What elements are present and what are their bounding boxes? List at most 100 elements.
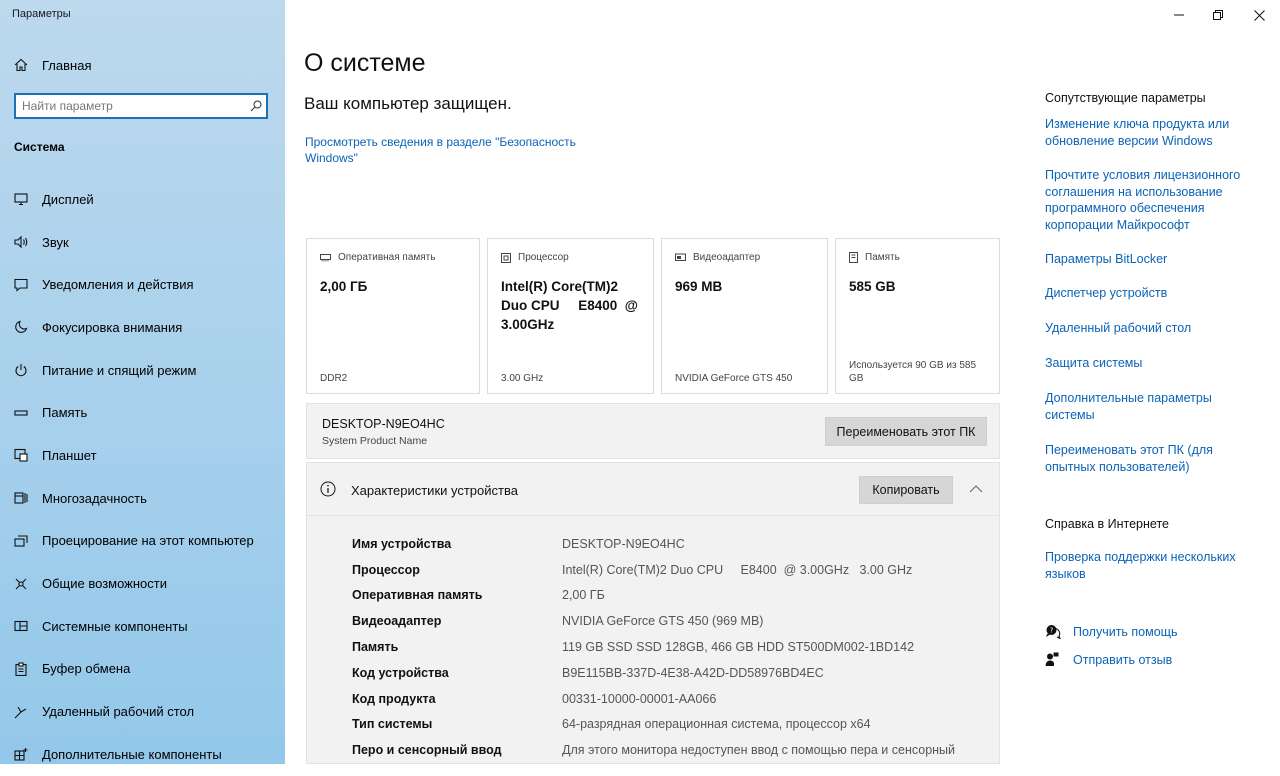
related-link-license-terms[interactable]: Прочтите условия лицензионного соглашени… <box>1045 167 1250 233</box>
get-help-link[interactable]: ? Получить помощь <box>1045 624 1177 639</box>
sidebar-item-label: Звук <box>42 234 69 250</box>
send-feedback-link[interactable]: Отправить отзыв <box>1045 652 1172 667</box>
search-icon[interactable] <box>246 100 266 112</box>
related-link-rename-advanced[interactable]: Переименовать этот ПК (для опытных польз… <box>1045 442 1250 475</box>
sidebar-item-label: Дисплей <box>42 191 94 207</box>
sidebar-item-label: Удаленный рабочий стол <box>42 704 195 720</box>
close-button[interactable] <box>1238 0 1280 30</box>
spec-key: Перо и сенсорный ввод <box>352 743 502 758</box>
spec-value: 2,00 ГБ <box>562 588 605 603</box>
sidebar-item-label: Дополнительные компоненты <box>42 746 222 762</box>
card-label: Видеоадаптер <box>675 252 760 263</box>
sidebar-item-projecting[interactable]: Проецирование на этот компьютер <box>0 520 285 563</box>
sidebar-item-shared-experiences[interactable]: Общие возможности <box>0 562 285 605</box>
projection-icon <box>14 534 42 548</box>
spec-row: Тип системы 64-разрядная операционная сис… <box>352 712 955 738</box>
card-sub: Используется 90 GB из 585 GB <box>849 360 977 384</box>
optional-features-icon <box>14 747 42 761</box>
protection-status: Ваш компьютер защищен. <box>304 94 512 113</box>
sidebar-item-sound[interactable]: Звук <box>0 221 285 264</box>
sidebar-item-power-sleep[interactable]: Питание и спящий режим <box>0 349 285 392</box>
spec-value: 119 GB SSD SSD 128GB, 466 GB HDD ST500DM… <box>562 640 915 655</box>
pc-name-bar: DESKTOP-N9EO4HC System Product Name Пере… <box>306 403 1000 459</box>
shared-experiences-icon <box>14 577 42 591</box>
card-sub: 3.00 GHz <box>501 373 544 384</box>
pc-name: DESKTOP-N9EO4HC <box>322 417 445 431</box>
sidebar-item-label: Память <box>42 405 88 421</box>
sidebar-item-tablet[interactable]: Планшет <box>0 434 285 477</box>
spec-value: 64-разрядная операционная система, проце… <box>562 717 871 732</box>
web-help-link[interactable]: Проверка поддержки нескольких языков <box>1045 549 1250 582</box>
sidebar-item-label: Планшет <box>42 447 97 463</box>
home-nav-item[interactable]: Главная <box>14 54 91 76</box>
spec-row: Видеоадаптер NVIDIA GeForce GTS 450 (969 … <box>352 608 955 634</box>
card-label-text: Память <box>865 252 900 263</box>
sidebar-item-system-components[interactable]: Системные компоненты <box>0 605 285 648</box>
card-sub: DDR2 <box>320 373 348 384</box>
windows-security-link[interactable]: Просмотреть сведения в разделе "Безопасн… <box>305 134 605 166</box>
app-title: Параметры <box>12 8 71 20</box>
related-link-bitlocker[interactable]: Параметры BitLocker <box>1045 251 1250 268</box>
gpu-card: Видеоадаптер 969 MB NVIDIA GeForce GTS 4… <box>661 238 828 394</box>
tablet-icon <box>14 448 42 463</box>
spec-key: Имя устройства <box>352 536 452 551</box>
card-label: Оперативная память <box>320 252 435 263</box>
pc-product-name: System Product Name <box>322 435 428 447</box>
nav-list: Дисплей Звук Уведомления и действия Фоку… <box>0 178 285 776</box>
minimize-button[interactable] <box>1158 0 1200 30</box>
storage-icon <box>14 406 42 420</box>
card-label: Процессор <box>501 252 569 263</box>
spec-rows: Имя устройства DESKTOP-N9EO4HC Процессор I… <box>352 531 955 763</box>
search-box[interactable] <box>14 93 268 119</box>
search-input[interactable] <box>16 99 246 113</box>
card-label-text: Видеоадаптер <box>693 252 761 263</box>
page-title: О системе <box>304 49 426 77</box>
spec-key: Оперативная память <box>352 588 483 603</box>
sidebar-item-label: Фокусировка внимания <box>42 319 183 335</box>
home-label: Главная <box>42 57 92 73</box>
sidebar-item-focus-assist[interactable]: Фокусировка внимания <box>0 306 285 349</box>
moon-icon <box>14 320 42 334</box>
multitasking-icon <box>14 491 42 505</box>
card-sub: NVIDIA GeForce GTS 450 <box>675 373 793 384</box>
sidebar-item-remote-desktop[interactable]: Удаленный рабочий стол <box>0 690 285 733</box>
sidebar-item-label: Системные компоненты <box>42 618 188 634</box>
spec-value: Intel(R) Core(TM)2 Duo CPU E8400 @ 3.00G… <box>562 562 913 577</box>
sidebar-item-optional-features[interactable]: Дополнительные компоненты <box>0 733 285 776</box>
spec-key: Код продукта <box>352 691 436 706</box>
card-value: Intel(R) Core(TM)2 Duo CPU E8400 @ 3.00G… <box>501 279 642 332</box>
section-title: Система <box>14 140 65 154</box>
related-link-system-protection[interactable]: Защита системы <box>1045 355 1250 372</box>
sidebar-item-storage[interactable]: Память <box>0 391 285 434</box>
related-link-product-key[interactable]: Изменение ключа продукта или обновление … <box>1045 116 1250 149</box>
rename-pc-button[interactable]: Переименовать этот ПК <box>825 417 987 446</box>
spec-value: 00331-10000-00001-AA066 <box>562 691 717 706</box>
spec-value: B9E115BB-337D-4E38-A42D-DD58976BD4EC <box>562 665 824 680</box>
disk-icon <box>849 252 858 263</box>
notification-icon <box>14 278 42 292</box>
restore-button[interactable] <box>1197 0 1239 30</box>
related-link-remote-desktop[interactable]: Удаленный рабочий стол <box>1045 320 1250 337</box>
sidebar-item-label: Проецирование на этот компьютер <box>42 533 254 549</box>
device-specs-panel: Характеристики устройства Копировать Имя… <box>306 462 1000 764</box>
card-label: Память <box>849 252 900 263</box>
card-label-text: Процессор <box>518 252 569 263</box>
spec-row: Процессор Intel(R) Core(TM)2 Duo CPU E840… <box>352 557 955 583</box>
chevron-up-icon[interactable] <box>967 480 985 498</box>
components-icon <box>14 619 42 633</box>
spec-value: NVIDIA GeForce GTS 450 (969 MB) <box>562 614 764 629</box>
sidebar-item-clipboard[interactable]: Буфер обмена <box>0 648 285 691</box>
sidebar-item-multitasking[interactable]: Многозадачность <box>0 477 285 520</box>
device-specs-header[interactable]: Характеристики устройства Копировать <box>307 463 999 516</box>
spec-row: Код устройства B9E115BB-337D-4E38-A42D-DD… <box>352 660 955 686</box>
copy-button[interactable]: Копировать <box>859 476 953 504</box>
device-specs-title: Характеристики устройства <box>351 483 518 498</box>
feedback-person-icon <box>1045 652 1073 667</box>
sidebar-item-label: Уведомления и действия <box>42 277 194 293</box>
related-link-device-manager[interactable]: Диспетчер устройств <box>1045 285 1250 302</box>
sidebar-item-notifications[interactable]: Уведомления и действия <box>0 263 285 306</box>
sidebar-item-display[interactable]: Дисплей <box>0 178 285 221</box>
ram-icon <box>320 254 331 262</box>
ram-card: Оперативная память 2,00 ГБ DDR2 <box>306 238 480 394</box>
related-link-advanced-system[interactable]: Дополнительные параметры системы <box>1045 390 1250 423</box>
